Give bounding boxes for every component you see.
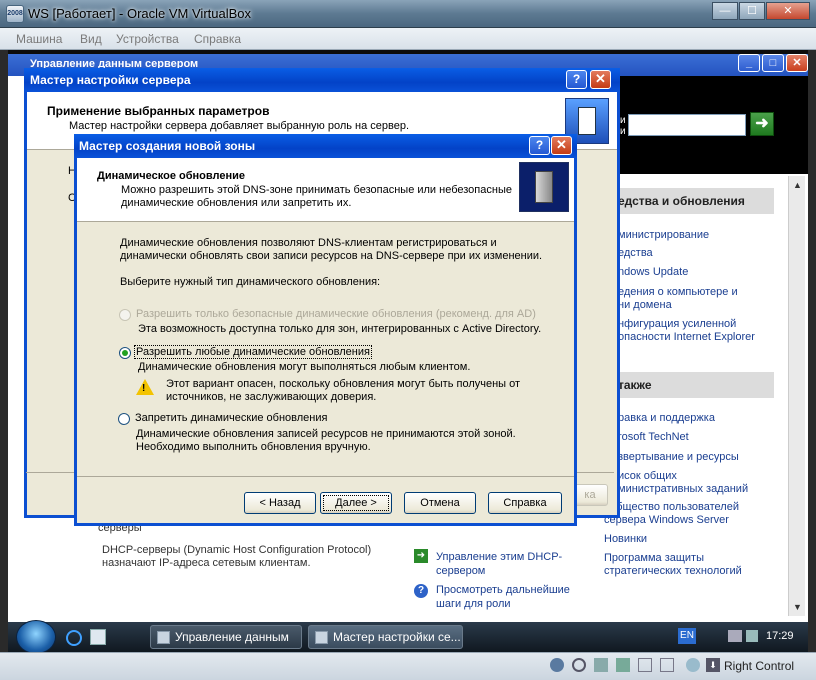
- host-key-label: Right Control: [724, 659, 795, 673]
- menu-devices[interactable]: Устройства: [116, 32, 179, 46]
- wizard2-header: Динамическое обновление Можно разрешить …: [77, 158, 574, 222]
- wizard2-intro: Динамические обновления позволяют DNS-кл…: [120, 237, 543, 262]
- hdd-status-icon[interactable]: [550, 658, 564, 672]
- wizard2-prompt: Выберите нужный тип динамического обновл…: [120, 276, 381, 288]
- menu-help[interactable]: Справка: [194, 32, 241, 46]
- see-also-link[interactable]: исок общих: [618, 469, 677, 483]
- taskbar-item-server-manager[interactable]: Управление данным ...: [150, 625, 302, 658]
- language-indicator[interactable]: EN: [678, 628, 696, 644]
- dhcp-next-steps-link[interactable]: Просмотреть дальнейшие шаги для роли: [436, 583, 570, 611]
- tools-link[interactable]: ни домена: [618, 298, 672, 312]
- minimize-button[interactable]: —: [712, 2, 738, 20]
- display-icon[interactable]: [660, 658, 674, 672]
- volume-tray-icon[interactable]: [746, 630, 758, 642]
- wizard1-help-partial-button: ка: [572, 484, 608, 506]
- manage-arrow-icon: ➜: [414, 549, 428, 563]
- dns-server-icon: [519, 162, 569, 212]
- see-also-link[interactable]: звертывание и ресурсы: [618, 450, 739, 464]
- wizard1-title: Мастер настройки сервера: [30, 73, 191, 87]
- cancel-button[interactable]: Отмена: [404, 492, 476, 514]
- taskbar-item-wizard[interactable]: Мастер настройки се...: [308, 625, 463, 649]
- option-secure-only-label: Разрешить только безопасные динамические…: [136, 308, 536, 320]
- vbox-menubar: Машина Вид Устройства Справка: [0, 28, 816, 50]
- see-also-link[interactable]: Программа защиты: [604, 551, 704, 565]
- wizard2-titlebar: Мастер создания новой зоны: [74, 134, 577, 158]
- option-any-updates-desc: Динамические обновления могут выполнятьс…: [138, 361, 471, 373]
- shared-folders-icon[interactable]: [638, 658, 652, 672]
- next-button[interactable]: Далее >: [320, 492, 392, 514]
- maximize-button[interactable]: ☐: [739, 2, 765, 20]
- mouse-integration-icon[interactable]: [686, 658, 700, 672]
- network-status-icon[interactable]: [616, 658, 630, 672]
- help-button[interactable]: Справка: [488, 492, 562, 514]
- wizard1-close-button[interactable]: ✕: [590, 70, 611, 89]
- dhcp-description: DHCP-серверы (Dynamic Host Configuration…: [102, 544, 372, 569]
- sm-close-button[interactable]: ✕: [786, 54, 808, 72]
- scroll-up-icon[interactable]: ▲: [793, 180, 802, 190]
- wizard2-close-button[interactable]: ✕: [551, 136, 572, 155]
- see-also-link[interactable]: министративных заданий: [618, 482, 748, 496]
- wizard2-title: Мастер создания новой зоны: [79, 139, 256, 153]
- sm-minimize-button[interactable]: _: [738, 54, 760, 72]
- close-button[interactable]: ✕: [766, 2, 810, 20]
- tools-link[interactable]: нфигурация усиленной: [618, 317, 736, 331]
- see-also-link[interactable]: Новинки: [604, 532, 647, 546]
- tools-header: едства и обновления: [596, 188, 774, 214]
- usb-status-icon[interactable]: [594, 658, 608, 672]
- window-title: WS [Работает] - Oracle VM VirtualBox: [28, 6, 252, 21]
- back-button[interactable]: < Назад: [244, 492, 316, 514]
- vertical-scrollbar[interactable]: ▲ ▼: [788, 176, 805, 616]
- menu-view[interactable]: Вид: [80, 32, 102, 46]
- tray-clock: 17:29: [766, 630, 794, 642]
- scroll-down-icon[interactable]: ▼: [793, 602, 802, 612]
- window-icon: [315, 631, 328, 644]
- wizard2-header-title: Динамическое обновление: [97, 170, 245, 182]
- tools-link[interactable]: ndows Update: [618, 265, 688, 279]
- server-manager-right-panel: едства и обновления министрирование едст…: [596, 176, 786, 616]
- window-icon: [157, 631, 170, 644]
- option-secure-only-desc: Эта возможность доступна только для зон,…: [138, 323, 542, 335]
- tools-link[interactable]: опасности Internet Explorer: [618, 330, 755, 344]
- menu-machine[interactable]: Машина: [16, 32, 62, 46]
- server-manager-quicklaunch-icon[interactable]: [90, 629, 106, 645]
- see-also-link[interactable]: ообщество пользователей: [604, 500, 739, 514]
- wizard2-header-desc: Можно разрешить этой DNS-зоне принимать …: [121, 184, 512, 209]
- dhcp-manage-link[interactable]: Управление этим DHCP- сервером: [436, 550, 562, 578]
- see-also-link[interactable]: равка и поддержка: [618, 411, 715, 425]
- search-input[interactable]: [628, 114, 746, 136]
- virtualbox-app-icon: 2008: [6, 5, 24, 23]
- wizard1-help-button[interactable]: ?: [566, 70, 587, 89]
- option-any-updates-label[interactable]: Разрешить любые динамические обновления: [134, 345, 372, 359]
- see-also-header: также: [596, 372, 774, 398]
- host-key-arrow-icon: ⬇: [706, 658, 720, 672]
- wizard1-header-title: Применение выбранных параметров: [47, 104, 270, 118]
- sm-maximize-button[interactable]: □: [762, 54, 784, 72]
- tools-link[interactable]: министрирование: [618, 228, 709, 242]
- ie-icon[interactable]: [66, 630, 82, 646]
- vbox-statusbar: ⬇ Right Control: [0, 652, 816, 680]
- radio-deny-updates[interactable]: [118, 413, 130, 425]
- option-deny-updates-label[interactable]: Запретить динамические обновления: [135, 412, 327, 424]
- see-also-link[interactable]: rosoft TechNet: [618, 430, 689, 444]
- warning-text: Этот вариант опасен, поскольку обновлени…: [166, 378, 521, 403]
- tools-link[interactable]: едства: [618, 246, 653, 260]
- search-label: и и: [620, 115, 626, 137]
- wizard1-titlebar: Мастер настройки сервера: [24, 68, 620, 92]
- see-also-link[interactable]: стратегических технологий: [604, 564, 742, 578]
- see-also-link[interactable]: сервера Windows Server: [604, 513, 729, 527]
- help-question-icon: ?: [414, 584, 428, 598]
- wizard2-divider: [77, 476, 574, 477]
- wizard2-help-button[interactable]: ?: [529, 136, 550, 155]
- wizard1-header-desc: Мастер настройки сервера добавляет выбра…: [69, 120, 410, 132]
- vbox-titlebar: 2008 WS [Работает] - Oracle VM VirtualBo…: [0, 0, 816, 28]
- go-arrow-icon[interactable]: ➜: [750, 112, 774, 136]
- optical-drive-icon[interactable]: [572, 658, 586, 672]
- start-button[interactable]: [16, 620, 56, 654]
- network-tray-icon[interactable]: [728, 630, 742, 642]
- tools-link[interactable]: едения о компьютере и: [618, 285, 738, 299]
- radio-any-updates[interactable]: [119, 347, 131, 359]
- radio-secure-only: [119, 309, 131, 321]
- option-deny-updates-desc: Динамические обновления записей ресурсов…: [136, 428, 516, 453]
